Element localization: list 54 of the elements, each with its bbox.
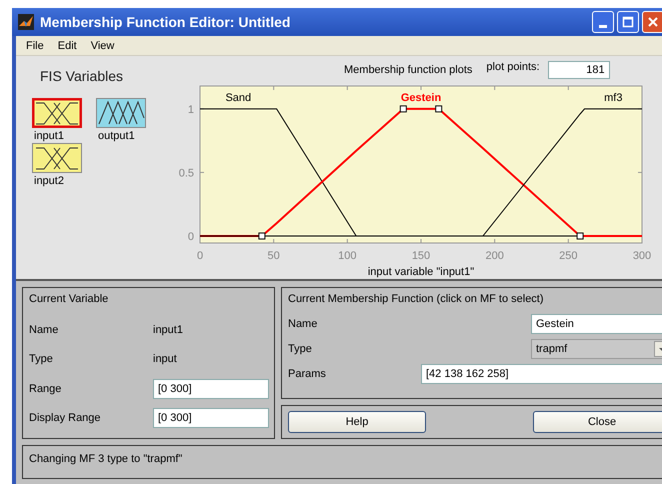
field-value: input: [153, 353, 177, 366]
y-tick-label: 1: [188, 104, 194, 116]
field-label: Name: [288, 318, 318, 330]
field-label: Type: [29, 353, 54, 366]
x-tick-label: 100: [338, 250, 357, 262]
close-button[interactable]: [642, 11, 662, 33]
y-tick-label: 0.5: [178, 167, 194, 180]
app-logo-icon: [18, 14, 34, 30]
minimize-button[interactable]: [592, 11, 614, 33]
curve-label[interactable]: Sand: [225, 92, 252, 104]
curve-label[interactable]: mf3: [604, 92, 622, 104]
y-tick-label: 0: [188, 231, 194, 243]
dialog-button[interactable]: Help: [288, 411, 426, 433]
menu-item[interactable]: View: [84, 40, 122, 52]
plot-title: Membership function plots: [344, 64, 472, 76]
input-field[interactable]: Gestein: [531, 314, 662, 334]
x-tick-label: 300: [632, 250, 652, 262]
x-tick-label: 250: [559, 250, 578, 262]
variable-label: input2: [34, 175, 65, 187]
field-label: Display Range: [29, 412, 102, 424]
maximize-icon: [622, 16, 634, 28]
variable-label: input1: [34, 130, 65, 142]
dialog-button[interactable]: Close: [533, 411, 662, 433]
section-title: FIS Variables: [40, 68, 124, 84]
field-label: Range: [29, 382, 62, 395]
field-value: input1: [153, 324, 183, 336]
x-tick-label: 0: [196, 250, 204, 262]
crossed-curves-icon[interactable]: [32, 143, 82, 173]
menu-item[interactable]: File: [20, 40, 52, 52]
field-label: plot points:: [486, 61, 540, 73]
window-title: Membership Function Editor: Untitled: [40, 14, 292, 30]
x-axis-label: input variable "input1": [368, 266, 474, 278]
close-icon: [647, 16, 659, 28]
status-message: Changing MF 3 type to "trapmf": [29, 453, 182, 465]
x-tick-label: 150: [412, 250, 430, 262]
variable-label: output1: [98, 130, 136, 142]
triangles-icon[interactable]: [96, 98, 146, 128]
input-field[interactable]: [0 300]: [153, 408, 269, 428]
x-tick-label: 50: [268, 250, 280, 262]
field-label: Type: [288, 342, 313, 354]
input-field[interactable]: [0 300]: [153, 378, 269, 399]
curve-label[interactable]: Gestein: [400, 92, 442, 104]
panel-title: Current Variable: [29, 293, 110, 305]
maximize-button[interactable]: [617, 11, 639, 33]
panel-title: Current Membership Function (click on MF to select): [288, 293, 545, 305]
minimize-icon: [599, 24, 607, 28]
field-label: Params: [288, 368, 327, 380]
crossed-curves-icon[interactable]: [32, 98, 82, 128]
plot-points-field[interactable]: 181: [548, 61, 610, 79]
type-dropdown[interactable]: trapmf: [531, 338, 662, 358]
input-field[interactable]: [42 138 162 258]: [421, 364, 662, 384]
x-tick-label: 200: [485, 250, 504, 262]
menu-item[interactable]: Edit: [52, 40, 85, 52]
field-label: Name: [29, 324, 60, 336]
